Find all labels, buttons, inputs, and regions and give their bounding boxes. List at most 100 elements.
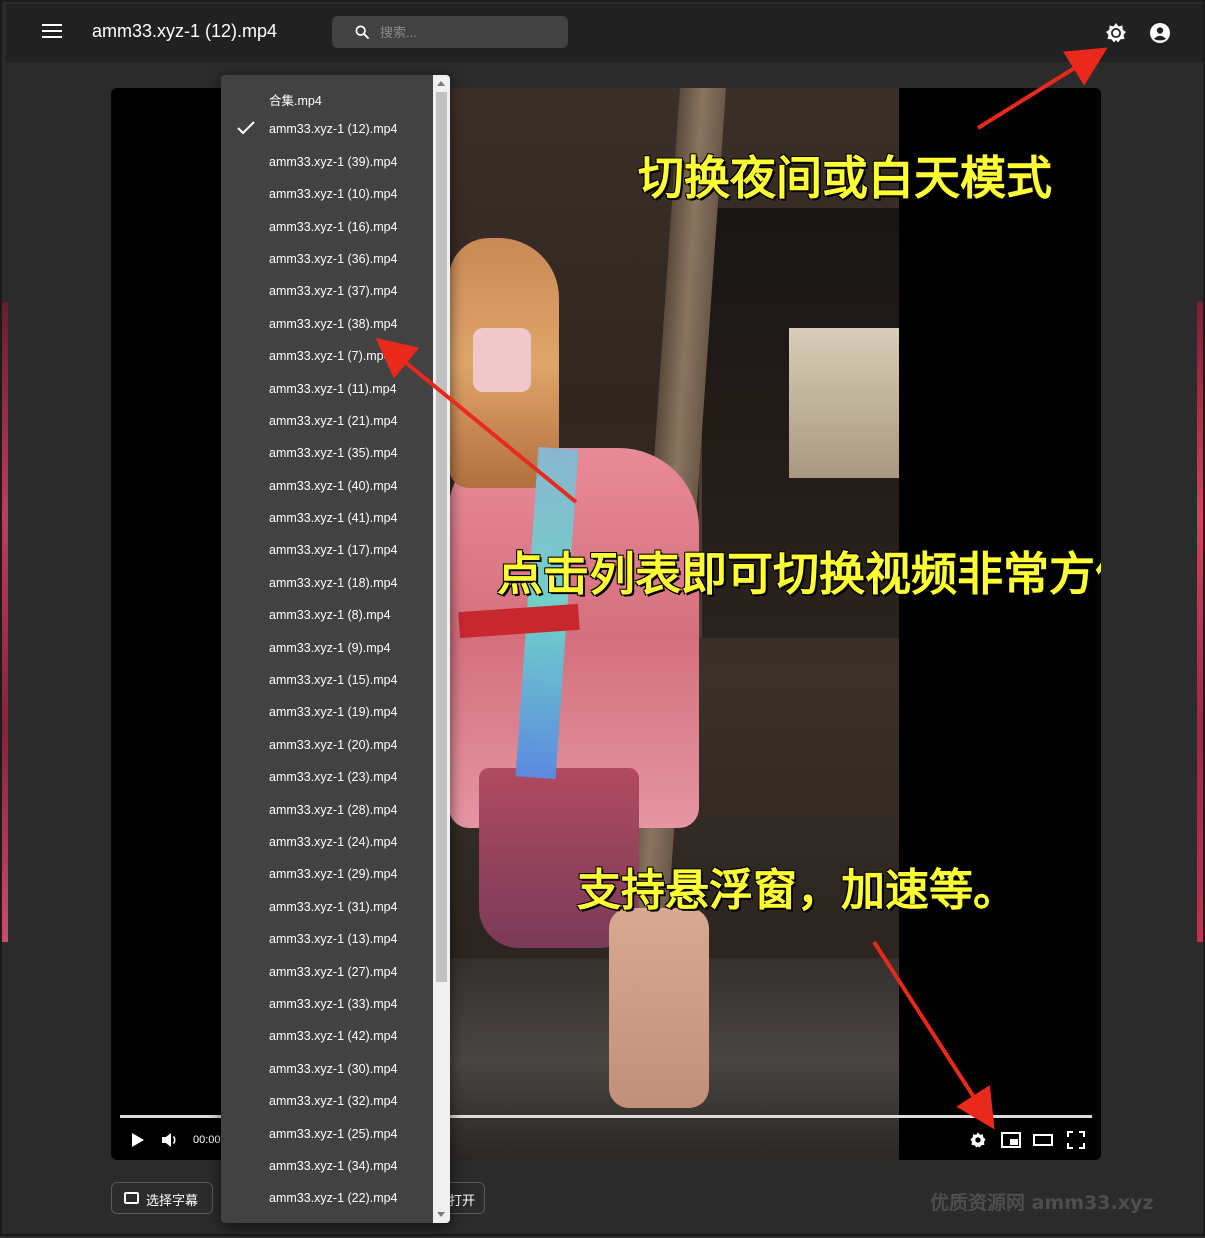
background-strip-right [1197,302,1203,942]
playlist-item[interactable]: amm33.xyz-1 (33).mp4 [221,988,433,1020]
playlist-item-label: amm33.xyz-1 (40).mp4 [269,478,398,493]
playlist-item[interactable]: amm33.xyz-1 (36).mp4 [221,243,433,275]
theater-mode-icon[interactable] [1033,1132,1053,1148]
playlist-item-label: amm33.xyz-1 (24).mp4 [269,834,398,849]
playlist-scrollbar[interactable] [433,75,450,1223]
current-time: 00:00 [193,1134,221,1146]
playlist-item[interactable]: amm33.xyz-1 (7).mp4 [221,340,433,372]
playlist-item-label: amm33.xyz-1 (29).mp4 [269,867,398,882]
playlist-item-label: amm33.xyz-1 (33).mp4 [269,996,398,1011]
app-bar: amm33.xyz-1 (12).mp4 [6,4,1203,62]
hamburger-menu-icon[interactable] [42,24,62,40]
scroll-up-arrow-icon[interactable] [437,81,445,86]
playlist-item[interactable]: amm33.xyz-1 (20).mp4 [221,729,433,761]
settings-icon[interactable] [969,1131,987,1149]
open-file-label: 打开 [449,1194,476,1209]
playlist-item-label: amm33.xyz-1 (18).mp4 [269,575,398,590]
playlist-item-label: amm33.xyz-1 (41).mp4 [269,511,398,526]
playlist-item[interactable]: amm33.xyz-1 (30).mp4 [221,1053,433,1085]
brightness-icon[interactable] [1104,21,1128,45]
playlist-item[interactable]: amm33.xyz-1 (21).mp4 [221,405,433,437]
playlist-item[interactable]: amm33.xyz-1 (24).mp4 [221,826,433,858]
playlist-item-label: amm33.xyz-1 (35).mp4 [269,446,398,461]
playlist-item[interactable]: amm33.xyz-1 (22).mp4 [221,1182,433,1214]
video-title: amm33.xyz-1 (12).mp4 [92,21,278,41]
playlist-item[interactable]: amm33.xyz-1 (32).mp4 [221,1085,433,1117]
playlist-item[interactable]: amm33.xyz-1 (12).mp4 [221,113,433,145]
playlist-item[interactable]: amm33.xyz-1 (11).mp4 [221,373,433,405]
picture-in-picture-icon[interactable] [1001,1132,1021,1148]
select-subtitle-label: 选择字幕 [146,1194,199,1209]
playlist-item-label: amm33.xyz-1 (28).mp4 [269,802,398,817]
playlist-item[interactable]: amm33.xyz-1 (35).mp4 [221,437,433,469]
playlist-item-label: amm33.xyz-1 (39).mp4 [269,154,398,169]
playlist-item[interactable]: 合集.mp4 [221,81,433,113]
account-circle-icon[interactable] [1148,21,1172,45]
playlist-item-label: amm33.xyz-1 (27).mp4 [269,964,398,979]
background-strip-left [2,302,8,942]
playlist-item-label: amm33.xyz-1 (38).mp4 [269,316,398,331]
subtitles-icon [124,1192,139,1204]
playlist-item-label: amm33.xyz-1 (25).mp4 [269,1126,398,1141]
check-icon [237,121,255,135]
fullscreen-icon[interactable] [1067,1131,1085,1149]
playlist-item-label: amm33.xyz-1 (42).mp4 [269,1029,398,1044]
playlist-menu[interactable]: 合集.mp4 amm33.xyz-1 (12).mp4 amm33.xyz-1 (3… [221,75,450,1223]
playlist-item[interactable]: amm33.xyz-1 (34).mp4 [221,1150,433,1182]
video-scene-legs [609,908,709,1108]
scroll-down-arrow-icon[interactable] [437,1212,445,1217]
app-window: amm33.xyz-1 (12).mp4 切换夜间或白天模式 [0,0,1205,1236]
annotation-theme-hint: 切换夜间或白天模式 [638,151,1052,205]
play-icon[interactable] [131,1132,145,1148]
playlist-item-label: amm33.xyz-1 (9).mp4 [269,640,391,655]
playlist-item-label: amm33.xyz-1 (8).mp4 [269,608,391,623]
playlist-item[interactable]: amm33.xyz-1 (10).mp4 [221,178,433,210]
playlist-item-label: amm33.xyz-1 (37).mp4 [269,284,398,299]
search-input[interactable] [380,16,560,48]
playlist-item-label: amm33.xyz-1 (7).mp4 [269,349,391,364]
playlist-item[interactable]: amm33.xyz-1 (37).mp4 [221,275,433,307]
playlist-item-label: amm33.xyz-1 (15).mp4 [269,673,398,688]
playlist-item[interactable]: amm33.xyz-1 (19).mp4 [221,696,433,728]
playlist-item[interactable]: amm33.xyz-1 (9).mp4 [221,632,433,664]
playlist-item-label: amm33.xyz-1 (12).mp4 [269,122,398,137]
volume-icon[interactable] [161,1132,179,1148]
playlist-item-label: amm33.xyz-1 (17).mp4 [269,543,398,558]
video-frame[interactable] [449,88,899,1160]
search-icon [355,25,369,39]
playlist-item[interactable]: amm33.xyz-1 (28).mp4 [221,794,433,826]
playlist-item[interactable]: amm33.xyz-1 (13).mp4 [221,923,433,955]
playlist-item-label: amm33.xyz-1 (16).mp4 [269,219,398,234]
playlist-item[interactable]: amm33.xyz-1 (17).mp4 [221,534,433,566]
annotation-features-hint: 支持悬浮窗，加速等。 [577,865,1017,916]
playlist-item-label: amm33.xyz-1 (13).mp4 [269,932,398,947]
playlist-item[interactable]: amm33.xyz-1 (40).mp4 [221,470,433,502]
playlist-item[interactable]: amm33.xyz-1 (27).mp4 [221,956,433,988]
watermark: 优质资源网 amm33.xyz [930,1192,1154,1214]
playlist-item[interactable]: amm33.xyz-1 (16).mp4 [221,211,433,243]
search-box[interactable] [332,16,568,48]
annotation-playlist-hint: 点击列表即可切换视频非常方便 [497,547,1101,601]
scrollbar-thumb[interactable] [436,92,447,982]
playlist-item-label: amm33.xyz-1 (31).mp4 [269,899,398,914]
playlist-item-label: amm33.xyz-1 (22).mp4 [269,1191,398,1206]
playlist-item-label: amm33.xyz-1 (10).mp4 [269,187,398,202]
playlist-item[interactable]: amm33.xyz-1 (29).mp4 [221,858,433,890]
playlist-item[interactable]: amm33.xyz-1 (39).mp4 [221,146,433,178]
playlist-item[interactable]: amm33.xyz-1 (18).mp4 [221,567,433,599]
playlist-item[interactable]: amm33.xyz-1 (25).mp4 [221,1118,433,1150]
playlist-item[interactable]: amm33.xyz-1 (31).mp4 [221,891,433,923]
playlist-item[interactable]: amm33.xyz-1 (38).mp4 [221,308,433,340]
playlist-item-label: amm33.xyz-1 (34).mp4 [269,1158,398,1173]
playlist-item-label: amm33.xyz-1 (11).mp4 [269,381,397,396]
playlist-item[interactable]: amm33.xyz-1 (23).mp4 [221,761,433,793]
playlist-item[interactable]: amm33.xyz-1 (41).mp4 [221,502,433,534]
playlist-item[interactable]: amm33.xyz-1 (15).mp4 [221,664,433,696]
select-subtitle-button[interactable]: 选择字幕 [111,1182,213,1214]
playlist-item-label: amm33.xyz-1 (23).mp4 [269,770,398,785]
playlist-item-label: amm33.xyz-1 (36).mp4 [269,251,398,266]
playlist-item[interactable]: amm33.xyz-1 (42).mp4 [221,1020,433,1052]
playlist-item-label: amm33.xyz-1 (30).mp4 [269,1061,398,1076]
playlist-item-label: amm33.xyz-1 (21).mp4 [269,413,398,428]
playlist-item[interactable]: amm33.xyz-1 (8).mp4 [221,599,433,631]
